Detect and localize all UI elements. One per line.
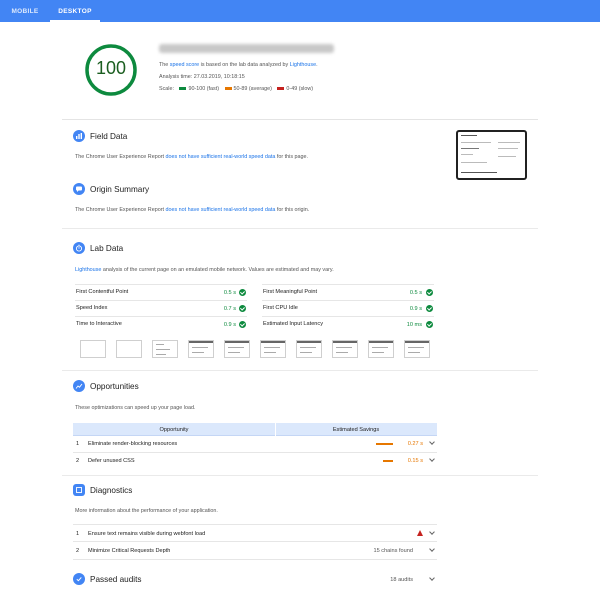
- origin-summary-title: Origin Summary: [90, 185, 150, 194]
- check-icon: [239, 289, 246, 296]
- filmstrip-frame: [152, 340, 178, 358]
- metric-first-contentful-paint: First Contentful Point: [76, 289, 129, 295]
- diagnostic-row[interactable]: 1 Ensure text remains visible during web…: [73, 526, 437, 542]
- opportunity-label: Eliminate render-blocking resources: [88, 441, 178, 447]
- opportunities-text: These optimizations can speed up your pa…: [75, 405, 196, 411]
- metric-divider: [75, 316, 247, 317]
- chevron-down-icon[interactable]: [429, 456, 435, 462]
- active-tab-indicator: [50, 20, 100, 22]
- filmstrip-frame: [116, 340, 142, 358]
- metric-value: 0.5 s: [409, 290, 422, 296]
- check-icon: [426, 305, 433, 312]
- diagnostic-label: Minimize Critical Requests Depth: [88, 548, 171, 554]
- check-icon: [426, 321, 433, 328]
- origin-summary-text: The Chrome User Experience Report does n…: [75, 207, 310, 213]
- diagnostics-text: More information about the performance o…: [75, 508, 218, 514]
- lab-data-title: Lab Data: [90, 244, 124, 253]
- origin-summary-link[interactable]: does not have sufficient real-world spee…: [165, 207, 275, 213]
- metric-divider: [75, 300, 247, 301]
- savings-value: 0.15 s: [407, 458, 423, 464]
- check-icon: [426, 289, 433, 296]
- warning-icon: [417, 530, 423, 536]
- chevron-down-icon[interactable]: [429, 546, 435, 552]
- metric-value: 0.9 s: [409, 306, 422, 312]
- field-data-link[interactable]: does not have sufficient real-world spee…: [165, 154, 275, 160]
- divider: [62, 370, 538, 371]
- diagnostics-title: Diagnostics: [90, 486, 133, 495]
- filmstrip-frame: [368, 340, 394, 358]
- metric-divider: [262, 284, 434, 285]
- divider: [62, 119, 538, 120]
- score-explanation: The speed score is based on the lab data…: [159, 62, 318, 68]
- row-divider: [73, 559, 437, 560]
- filmstrip-frame: [332, 340, 358, 358]
- tab-mobile[interactable]: MOBILE: [0, 0, 50, 22]
- metric-first-cpu-idle: First CPU Idle: [263, 305, 298, 311]
- check-icon: [239, 321, 246, 328]
- chevron-down-icon[interactable]: [429, 529, 435, 535]
- metric-time-to-interactive: Time to Interactive: [76, 321, 122, 327]
- origin-icon: [73, 183, 85, 195]
- chevron-down-icon[interactable]: [429, 575, 435, 581]
- diagnostic-label: Ensure text remains visible during webfo…: [88, 531, 206, 537]
- filmstrip-frame: [224, 340, 250, 358]
- speed-score-link[interactable]: speed score: [170, 62, 199, 68]
- lab-data-text: Lighthouse analysis of the current page …: [75, 267, 334, 273]
- filmstrip-frame: [260, 340, 286, 358]
- filmstrip-frame: [296, 340, 322, 358]
- filmstrip-frame: [80, 340, 106, 358]
- check-icon: [239, 305, 246, 312]
- metric-speed-index: Speed Index: [76, 305, 108, 311]
- divider: [62, 475, 538, 476]
- metric-value: 10 ms: [406, 322, 422, 328]
- row-divider: [73, 541, 437, 542]
- stopwatch-icon: [73, 242, 85, 254]
- metric-value: 0.5 s: [223, 290, 236, 296]
- passed-audits-toggle[interactable]: 18 audits: [73, 572, 437, 588]
- diagnostic-row[interactable]: 2 Minimize Critical Requests Depth 15 ch…: [73, 543, 437, 559]
- opportunity-row[interactable]: 1 Eliminate render-blocking resources 0.…: [73, 436, 437, 452]
- opportunity-label: Defer unused CSS: [88, 458, 135, 464]
- chevron-down-icon[interactable]: [429, 439, 435, 445]
- opportunity-row[interactable]: 2 Defer unused CSS 0.15 s: [73, 453, 437, 469]
- column-header-savings: Estimated Savings: [332, 426, 380, 433]
- opportunities-icon: [73, 380, 85, 392]
- passed-audits-count: 18 audits: [390, 577, 413, 583]
- savings-bar: [376, 443, 393, 445]
- tab-desktop[interactable]: DESKTOP: [50, 0, 100, 22]
- row-divider: [73, 524, 437, 525]
- opportunities-title: Opportunities: [90, 382, 139, 391]
- analysis-time: Analysis time: 27.03.2019, 10:18:15: [159, 74, 245, 80]
- metric-first-meaningful-paint: First Meaningful Point: [263, 289, 318, 295]
- metric-divider: [262, 300, 434, 301]
- savings-value: 0.27 s: [407, 441, 423, 447]
- filmstrip-frame: [188, 340, 214, 358]
- score-value: 100: [95, 58, 127, 78]
- metric-value: 0.7 s: [223, 306, 236, 312]
- savings-bar: [383, 460, 393, 462]
- column-header-opportunity: Opportunity: [159, 426, 189, 433]
- slow-legend-swatch: [277, 87, 285, 90]
- field-data-text: The Chrome User Experience Report does n…: [75, 154, 309, 160]
- lighthouse-lab-link[interactable]: Lighthouse: [75, 267, 101, 273]
- average-legend-swatch: [224, 87, 232, 90]
- analyzed-url: [159, 44, 334, 53]
- diagnostic-detail: 15 chains found: [373, 548, 414, 554]
- metric-value: 0.9 s: [223, 322, 236, 328]
- divider: [62, 228, 538, 229]
- fast-legend-swatch: [179, 87, 187, 90]
- diagnostics-icon: [73, 484, 85, 496]
- score-legend: Scale: 90-100 (fast) 50-89 (average) 0-4…: [159, 86, 314, 92]
- metric-divider: [75, 284, 247, 285]
- opportunities-table-header: Opportunity Estimated Savings: [73, 423, 437, 436]
- metric-divider: [262, 316, 434, 317]
- page-screenshot-thumbnail: [456, 130, 527, 180]
- bar-chart-icon: [73, 130, 85, 142]
- field-data-title: Field Data: [90, 132, 128, 141]
- lighthouse-link[interactable]: Lighthouse: [290, 62, 316, 68]
- metric-estimated-input-latency: Estimated Input Latency: [263, 321, 324, 327]
- filmstrip-frame: [404, 340, 430, 358]
